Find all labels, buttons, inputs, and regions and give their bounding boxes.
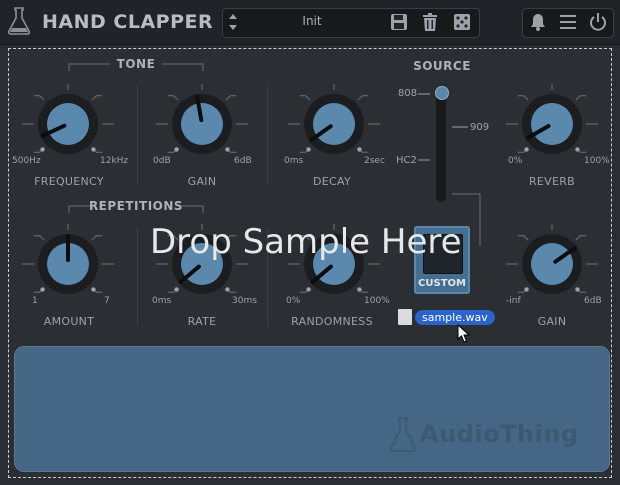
random-dice-icon[interactable]	[451, 11, 473, 33]
knob-tick	[91, 95, 103, 101]
dragged-file-name: sample.wav	[415, 310, 495, 325]
randomness-max: 100%	[364, 296, 390, 306]
knob-end-dot	[575, 147, 580, 152]
preset-arrows-icon[interactable]	[226, 11, 240, 33]
knob-end-dot	[174, 147, 179, 152]
decay-min: 0ms	[284, 156, 304, 166]
knob-tick	[299, 95, 311, 101]
preset-selector[interactable]	[222, 8, 480, 38]
amount-max: 7	[104, 296, 110, 306]
custom-label: CUSTOM	[418, 278, 466, 289]
frequency-min: 500Hz	[12, 156, 41, 166]
knob-end-dot	[306, 147, 311, 152]
drop-sample-overlay: Drop Sample Here	[150, 222, 462, 262]
knob-tick	[225, 95, 237, 101]
knob-end-dot	[91, 287, 96, 292]
separator	[137, 228, 138, 326]
amount-min: 1	[32, 296, 38, 306]
knob-end-dot	[40, 147, 45, 152]
knob-end-dot	[357, 287, 362, 292]
knob-tick	[167, 95, 179, 101]
flask-logo-icon	[7, 7, 31, 35]
knob-end-dot	[524, 287, 529, 292]
source-slider-track[interactable]	[436, 90, 446, 202]
reverb-min: 0%	[508, 156, 523, 166]
file-icon	[398, 309, 412, 325]
knob-body	[531, 243, 573, 285]
source-slider-handle[interactable]	[435, 86, 449, 100]
mouse-cursor-icon	[457, 324, 471, 343]
sample-drop-area[interactable]	[14, 346, 610, 472]
separator	[267, 86, 268, 184]
reverb-label: REVERB	[528, 175, 576, 188]
knob-tick	[575, 235, 587, 241]
gain-out-min: -inf	[506, 296, 521, 306]
reverb-max: 100%	[584, 156, 610, 166]
gain-tone-min: 0dB	[153, 156, 171, 166]
rate-max: 30ms	[232, 296, 257, 306]
app-title: HAND CLAPPER	[42, 11, 214, 33]
knob-tick	[357, 95, 369, 101]
knob-tick	[575, 95, 587, 101]
brand-name: AudioThing	[420, 420, 579, 448]
separator	[137, 86, 138, 184]
knob-end-dot	[524, 147, 529, 152]
knob-tick	[33, 235, 45, 241]
brand-flask-icon	[389, 417, 417, 452]
power-icon[interactable]	[587, 11, 609, 33]
knob-end-dot	[40, 287, 45, 292]
source-section-label: SOURCE	[413, 59, 471, 73]
randomness-min: 0%	[286, 296, 301, 306]
gain-out-label: GAIN	[537, 315, 567, 328]
amount-label: AMOUNT	[43, 315, 95, 328]
knob-body	[181, 103, 223, 145]
decay-max: 2sec	[364, 156, 385, 166]
knob-tick	[517, 235, 529, 241]
knob-tick	[517, 95, 529, 101]
knob-tick	[33, 95, 45, 101]
knob-end-dot	[575, 287, 580, 292]
frequency-max: 12kHz	[100, 156, 129, 166]
knob-end-dot	[225, 287, 230, 292]
gain-out-max: 6dB	[584, 296, 602, 306]
preset-name[interactable]: Init	[280, 14, 344, 28]
rate-min: 0ms	[152, 296, 172, 306]
knob-tick	[91, 235, 103, 241]
source-hc2-label[interactable]: HC2	[396, 155, 417, 166]
decay-label: DECAY	[313, 175, 351, 188]
knob-body	[313, 103, 355, 145]
randomness-label: RANDOMNESS	[291, 315, 373, 328]
knob-end-dot	[91, 147, 96, 152]
trash-icon[interactable]	[419, 11, 441, 33]
rate-label: RATE	[187, 315, 217, 328]
knob-body	[531, 103, 573, 145]
knob-end-dot	[306, 287, 311, 292]
knob-end-dot	[174, 287, 179, 292]
menu-icon[interactable]	[557, 11, 579, 33]
knob-end-dot	[225, 147, 230, 152]
gain-tone-max: 6dB	[234, 156, 252, 166]
frequency-label: FREQUENCY	[34, 175, 104, 188]
save-icon[interactable]	[388, 11, 410, 33]
bell-icon[interactable]	[527, 11, 549, 33]
knob-end-dot	[357, 147, 362, 152]
knob-body	[47, 103, 89, 145]
source-808-label[interactable]: 808	[398, 88, 417, 99]
gain-tone-label: GAIN	[187, 175, 217, 188]
